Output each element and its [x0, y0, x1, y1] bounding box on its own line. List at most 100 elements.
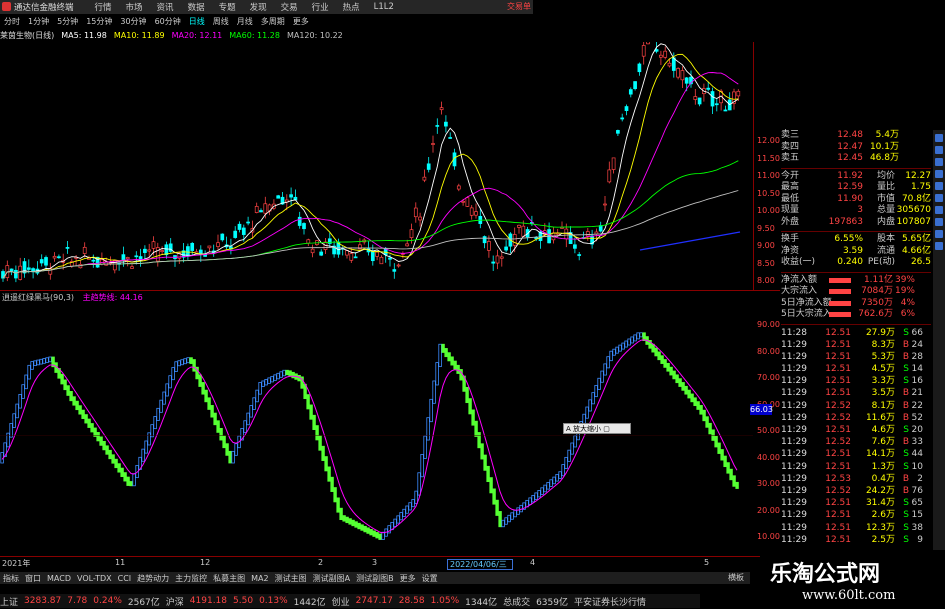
tick-cell: 12.51 [825, 461, 851, 472]
quote-stat-row-cell: 内盘 [876, 216, 895, 227]
candle-body [57, 256, 61, 259]
status-item: 1.05% [430, 596, 460, 606]
oscillator-bar [84, 414, 88, 424]
toolbar-button-icon[interactable] [935, 170, 943, 178]
oscillator-bar [12, 413, 16, 428]
toolbar-button-icon[interactable] [935, 146, 943, 154]
period-tab-daily[interactable]: 日线 [185, 16, 209, 27]
period-bar: 分时 1分钟 5分钟 15分钟 30分钟 60分钟 日线 周线 月线 多周期 更… [0, 15, 533, 28]
indicator-tab[interactable]: 测试副图B [353, 573, 397, 584]
zoom-tooltip[interactable]: A 放大缩小 ▢ [563, 423, 631, 434]
status-item: 总成交 [503, 597, 531, 608]
indicator-tab[interactable]: 指标 [0, 573, 22, 584]
period-tab-1min[interactable]: 1分钟 [24, 16, 53, 27]
period-tab-more[interactable]: 更多 [289, 16, 313, 27]
indicator-tab[interactable]: 测试副图A [310, 573, 353, 584]
tick-cell: 16 [911, 376, 923, 387]
oscillator-bar [675, 374, 679, 384]
oscillator-bar [558, 471, 562, 479]
indicator-tab[interactable]: VOL-TDX [74, 574, 115, 583]
toolbar-button-icon[interactable] [935, 230, 943, 238]
menu-item-industry[interactable]: 行业 [305, 1, 336, 13]
period-tab-intraday[interactable]: 分时 [0, 16, 24, 27]
toolbar-button-icon[interactable] [935, 194, 943, 202]
oscillator-bar [450, 356, 454, 366]
tick-row: 11:29 12.51 8.3万 B 24 [781, 339, 931, 351]
candlestick-chart[interactable] [0, 42, 780, 290]
indicator-tab[interactable]: 私募主图 [210, 573, 248, 584]
candle-body [349, 253, 354, 261]
quote-stat-row: 换手 6.55% 股本 5.65亿 [781, 234, 931, 246]
toolbar-button-icon[interactable] [935, 158, 943, 166]
indicator-tab[interactable]: 窗口 [22, 573, 44, 584]
oscillator-bar [117, 463, 121, 473]
osc-tick-label: 40.00 [757, 452, 780, 462]
oscillator-bar [366, 527, 370, 534]
period-tab-5min[interactable]: 5分钟 [53, 16, 82, 27]
oscillator-bar [228, 450, 232, 464]
toolbar-button-icon[interactable] [935, 242, 943, 250]
oscillator-bar [594, 385, 598, 398]
menu-item-data[interactable]: 数据 [181, 1, 212, 13]
period-tab-multi[interactable]: 多周期 [257, 16, 289, 27]
tick-cell: 1.3万 [871, 461, 895, 472]
toolbar-button-icon[interactable] [935, 182, 943, 190]
toolbar-button-icon[interactable] [935, 218, 943, 226]
menu-item-discover[interactable]: 发现 [243, 1, 274, 13]
indicator-tab[interactable]: 趋势动力 [134, 573, 172, 584]
menu-item-news[interactable]: 资讯 [150, 1, 181, 13]
menu-item-quotes[interactable]: 行情 [88, 1, 119, 13]
flow-percent: 4% [900, 297, 915, 308]
oscillator-chart[interactable] [0, 300, 780, 555]
oscillator-bar [729, 468, 733, 481]
candle-body [714, 103, 719, 106]
menu-item-l1l2[interactable]: L1L2 [367, 2, 401, 12]
oscillator-bar [309, 404, 313, 420]
menu-item-hotspot[interactable]: 热点 [336, 1, 367, 13]
tick-row: 11:28 12.51 27.9万 S 66 [781, 327, 931, 339]
status-item: 平安证券长沙行情 [573, 597, 646, 608]
tick-cell: 11:29 [781, 425, 807, 435]
trade-order-button[interactable]: 交易单 [507, 1, 531, 12]
candle-body [697, 97, 702, 105]
flow-bar [829, 312, 851, 317]
toolbar-button-icon[interactable] [935, 206, 943, 214]
tick-row: 11:29 12.51 12.3万 S 38 [781, 522, 931, 534]
candle-body [26, 267, 31, 270]
indicator-tab[interactable]: 测试主图 [272, 573, 310, 584]
indicator-tab[interactable]: MACD [44, 574, 74, 583]
period-tab-30min[interactable]: 30分钟 [116, 16, 150, 27]
period-tab-15min[interactable]: 15分钟 [82, 16, 116, 27]
quote-divider [781, 269, 931, 273]
oscillator-bar [612, 348, 616, 356]
tick-cell: 8.1万 [871, 400, 895, 411]
candle-body [521, 225, 526, 237]
tick-cell: 11:29 [781, 510, 807, 521]
menu-item-trade[interactable]: 交易 [274, 1, 305, 13]
tick-cell: B [902, 388, 909, 399]
period-tab-monthly[interactable]: 月线 [233, 16, 257, 27]
oscillator-bar [660, 355, 664, 364]
indicator-tab[interactable]: 更多 [397, 573, 419, 584]
toolbar-button-icon[interactable] [935, 134, 943, 142]
oscillator-bar [528, 497, 532, 505]
oscillator-bar [618, 344, 622, 352]
oscillator-bar [30, 361, 34, 370]
period-tab-60min[interactable]: 60分钟 [151, 16, 185, 27]
oscillator-bar [666, 362, 670, 372]
indicator-tab[interactable]: 主力监控 [172, 573, 210, 584]
tick-cell: 15 [911, 510, 923, 521]
tick-cell: S [903, 510, 909, 521]
oscillator-bar [735, 481, 739, 489]
layout-toggle-button[interactable]: 横板 [728, 572, 744, 583]
indicator-tab[interactable]: 设置 [419, 573, 441, 584]
candle-body [246, 221, 250, 224]
indicator-tab[interactable]: MA2 [248, 574, 271, 583]
oscillator-bar [378, 533, 382, 540]
period-tab-weekly[interactable]: 周线 [209, 16, 233, 27]
menu-item-topics[interactable]: 专题 [212, 1, 243, 13]
menu-item-market[interactable]: 市场 [119, 1, 150, 13]
oscillator-bar [471, 409, 475, 426]
indicator-tab[interactable]: CCI [115, 574, 135, 583]
oscillator-bar [24, 374, 28, 390]
